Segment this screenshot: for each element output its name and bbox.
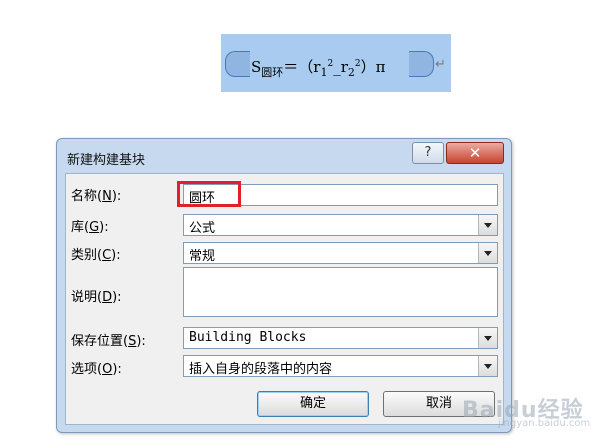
highlight-box [177, 181, 241, 207]
gallery-select[interactable]: 公式 [183, 214, 498, 236]
paragraph-mark-icon: ↵ [435, 57, 446, 72]
description-textarea[interactable] [183, 267, 498, 317]
equation-right-handle[interactable] [409, 51, 434, 77]
new-building-block-dialog: 新建构建基块 ? ✕ 名称(N): 圆环 库(G): 公式 类别(C): 常规 … [56, 138, 512, 433]
category-label: 类别(C): [71, 248, 121, 263]
gallery-label: 库(G): [71, 220, 109, 235]
ok-button[interactable]: 确定 [257, 391, 369, 417]
chevron-down-icon[interactable] [478, 215, 497, 235]
save-location-value: Building Blocks [189, 330, 307, 345]
close-button[interactable]: ✕ [446, 142, 504, 164]
options-label: 选项(O): [71, 362, 122, 377]
chevron-down-icon[interactable] [478, 328, 497, 348]
options-select[interactable]: 插入自身的段落中的内容 [183, 355, 498, 377]
chevron-down-icon[interactable] [478, 356, 497, 376]
save-location-select[interactable]: Building Blocks [183, 327, 498, 349]
description-label: 说明(D): [71, 290, 122, 305]
dialog-body: 名称(N): 圆环 库(G): 公式 类别(C): 常规 说明(D): 保存位置… [65, 173, 504, 425]
equation-block[interactable]: S圆环＝（r12_r22）π ↵ [221, 34, 451, 92]
category-select[interactable]: 常规 [183, 242, 498, 264]
equation-text: S圆环＝（r12_r22）π [251, 58, 386, 79]
watermark: Baidu经验 jingyan.baidu.com [458, 388, 608, 434]
chevron-down-icon[interactable] [478, 243, 497, 263]
help-button[interactable]: ? [412, 142, 444, 164]
equation-left-handle[interactable] [225, 51, 250, 77]
gallery-value: 公式 [189, 221, 216, 236]
dialog-title: 新建构建基块 [67, 153, 146, 168]
watermark-url: jingyan.baidu.com [498, 418, 591, 429]
options-value: 插入自身的段落中的内容 [189, 362, 333, 377]
name-label: 名称(N): [71, 189, 122, 204]
category-value: 常规 [189, 249, 216, 264]
save-location-label: 保存位置(S): [71, 334, 146, 349]
dialog-titlebar[interactable]: 新建构建基块 ? ✕ [57, 139, 511, 171]
